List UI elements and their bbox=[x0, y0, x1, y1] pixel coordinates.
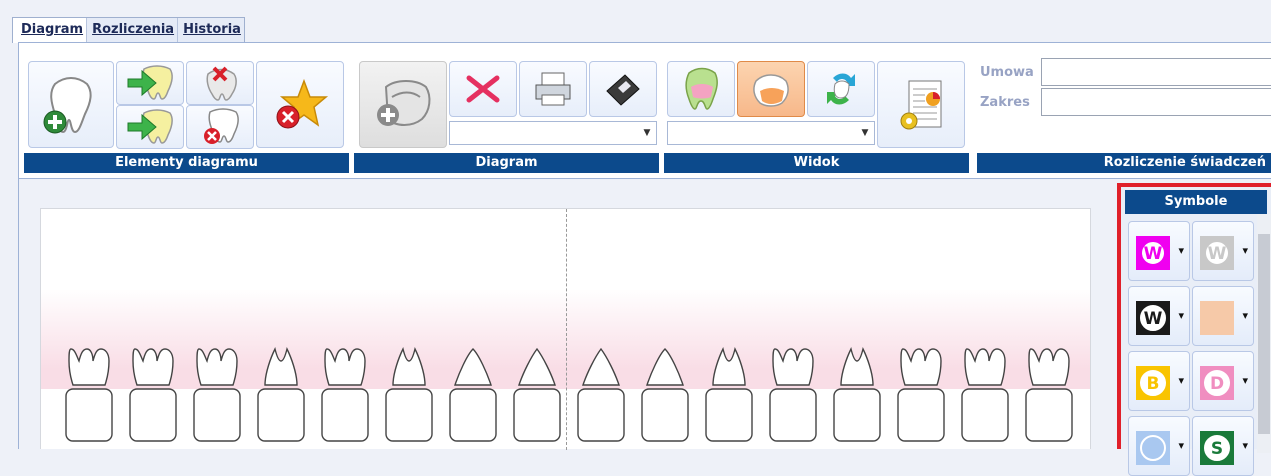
tooth[interactable] bbox=[1021, 345, 1077, 445]
report-button[interactable] bbox=[877, 61, 965, 148]
chevron-down-icon[interactable]: ▾ bbox=[1178, 309, 1184, 322]
group-label-view: Widok bbox=[664, 153, 969, 173]
zakres-label: Zakres bbox=[980, 95, 1030, 110]
tab-rozliczenia[interactable]: Rozliczenia bbox=[87, 18, 179, 43]
tooth[interactable] bbox=[765, 345, 821, 445]
umowa-label: Umowa bbox=[980, 65, 1034, 80]
tooth[interactable] bbox=[829, 345, 885, 445]
symbol-icon bbox=[1136, 431, 1170, 465]
chevron-down-icon[interactable]: ▾ bbox=[1178, 439, 1184, 452]
floppy-disk-icon bbox=[606, 74, 640, 106]
jaw-add-icon bbox=[377, 79, 431, 126]
tooth[interactable] bbox=[253, 345, 309, 445]
refresh-arrows-icon bbox=[827, 73, 855, 105]
symbol-letter: W bbox=[1144, 309, 1163, 329]
chevron-down-icon[interactable]: ▾ bbox=[1178, 244, 1184, 257]
group-label-billing: Rozliczenie świadczeń bbox=[977, 153, 1271, 173]
tooth-remove-icon bbox=[206, 66, 237, 101]
print-button[interactable] bbox=[519, 61, 587, 117]
tab-bar: Diagram Rozliczenia Historia bbox=[12, 17, 245, 43]
zakres-field[interactable] bbox=[1041, 88, 1271, 116]
chevron-down-icon[interactable]: ▾ bbox=[1242, 439, 1248, 452]
tab-historia[interactable]: Historia bbox=[178, 18, 244, 43]
remove-element-button[interactable] bbox=[186, 61, 254, 105]
tooth[interactable] bbox=[125, 345, 181, 445]
symbol-button[interactable]: W ▾ bbox=[1128, 286, 1190, 346]
tooth-color-icon bbox=[685, 67, 718, 110]
tooth[interactable] bbox=[893, 345, 949, 445]
add-tooth-button[interactable] bbox=[28, 61, 114, 148]
tooth[interactable] bbox=[509, 345, 565, 445]
tab-diagram[interactable]: Diagram bbox=[13, 18, 88, 43]
chevron-down-icon[interactable]: ▾ bbox=[1178, 374, 1184, 387]
tooth-crown-icon bbox=[753, 74, 789, 107]
chevron-down-icon[interactable]: ▼ bbox=[638, 122, 656, 144]
tooth[interactable] bbox=[61, 345, 117, 445]
symbol-icon: B bbox=[1136, 366, 1170, 400]
midline-divider bbox=[566, 209, 567, 450]
tooth[interactable] bbox=[381, 345, 437, 445]
symbol-icon: D bbox=[1200, 366, 1234, 400]
symbol-button[interactable]: W ▾ bbox=[1128, 221, 1190, 281]
symbol-icon: W bbox=[1136, 236, 1170, 270]
symbol-letter: B bbox=[1147, 374, 1160, 394]
report-settings-icon bbox=[900, 80, 942, 129]
tooth[interactable] bbox=[317, 345, 373, 445]
symbol-icon: W bbox=[1200, 236, 1234, 270]
tooth[interactable] bbox=[637, 345, 693, 445]
tooth-add-icon bbox=[43, 76, 92, 133]
chevron-down-icon[interactable]: ▾ bbox=[1242, 309, 1248, 322]
chevron-down-icon[interactable]: ▼ bbox=[856, 122, 874, 144]
move-out-button[interactable] bbox=[116, 105, 184, 149]
tooth-move-in-icon bbox=[127, 65, 173, 100]
ribbon-toolbar: Elementy diagramu ▼ Diagram ▼ Widok Umow… bbox=[18, 42, 1271, 179]
symbol-button[interactable]: D ▾ bbox=[1192, 351, 1254, 411]
delete-x-icon bbox=[466, 75, 500, 103]
tooth[interactable] bbox=[573, 345, 629, 445]
tooth-move-out-icon bbox=[127, 109, 173, 144]
symbol-button[interactable]: W ▾ bbox=[1192, 221, 1254, 281]
symbols-panel-title: Symbole bbox=[1125, 190, 1267, 214]
tooth[interactable] bbox=[701, 345, 757, 445]
symbol-icon: S bbox=[1200, 431, 1234, 465]
scrollbar-thumb[interactable] bbox=[1258, 234, 1270, 434]
view-select[interactable]: ▼ bbox=[667, 121, 875, 145]
printer-icon bbox=[535, 72, 571, 106]
tooth-color-button[interactable] bbox=[667, 61, 735, 117]
chevron-down-icon[interactable]: ▾ bbox=[1242, 244, 1248, 257]
tooth[interactable] bbox=[445, 345, 501, 445]
symbol-button[interactable]: B ▾ bbox=[1128, 351, 1190, 411]
symbols-scrollbar[interactable] bbox=[1257, 214, 1271, 453]
diagram-select[interactable]: ▼ bbox=[449, 121, 657, 145]
refresh-button[interactable] bbox=[807, 61, 875, 117]
group-label-diagram: Diagram bbox=[354, 153, 659, 173]
tooth[interactable] bbox=[957, 345, 1013, 445]
tooth[interactable] bbox=[189, 345, 245, 445]
tooth-delete-button[interactable] bbox=[186, 105, 254, 149]
tooth-crown-button[interactable] bbox=[737, 61, 805, 117]
star-clear-icon bbox=[276, 78, 329, 128]
symbol-letter: W bbox=[1144, 244, 1163, 264]
symbol-letter: W bbox=[1208, 244, 1227, 264]
chevron-down-icon[interactable]: ▾ bbox=[1242, 374, 1248, 387]
group-label-elements: Elementy diagramu bbox=[24, 153, 349, 173]
umowa-field[interactable] bbox=[1041, 58, 1271, 86]
save-button[interactable] bbox=[589, 61, 657, 117]
symbols-panel: Symbole W ▾ W ▾ W ▾ ▾ B ▾ D ▾ ▾ S ▾ bbox=[1117, 183, 1271, 476]
symbol-icon bbox=[1200, 301, 1234, 335]
tooth-delete-icon bbox=[204, 108, 239, 144]
delete-button[interactable] bbox=[449, 61, 517, 117]
symbol-letter: S bbox=[1211, 439, 1223, 459]
symbol-button[interactable]: ▾ bbox=[1192, 286, 1254, 346]
dental-diagram-canvas[interactable] bbox=[40, 208, 1091, 450]
symbol-letter: D bbox=[1210, 374, 1224, 394]
jaw-add-button[interactable] bbox=[359, 61, 447, 148]
symbol-button[interactable]: ▾ bbox=[1128, 416, 1190, 476]
symbol-icon: W bbox=[1136, 301, 1170, 335]
symbol-button[interactable]: S ▾ bbox=[1192, 416, 1254, 476]
clear-star-button[interactable] bbox=[256, 61, 344, 148]
move-in-button[interactable] bbox=[116, 61, 184, 105]
